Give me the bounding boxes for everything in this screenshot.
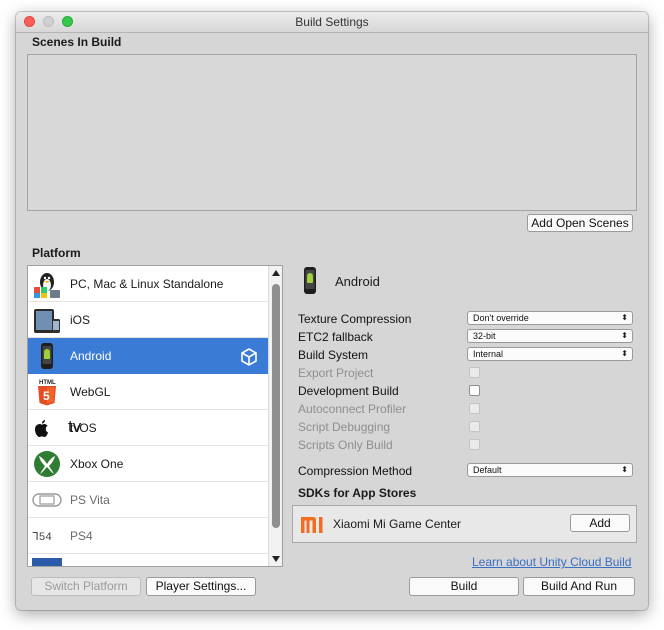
tvos-icon (32, 413, 62, 443)
platform-item-label: Android (70, 349, 112, 363)
ps4-icon: ᒣ54 (32, 521, 62, 551)
dropdown-caret-icon: ⬍ (621, 349, 628, 358)
platform-item-webgl[interactable]: HTML 5 WebGL (28, 374, 268, 410)
ios-icon (32, 305, 62, 335)
platform-item-label: tvOS (70, 421, 97, 435)
platform-item-label: iOS (70, 313, 91, 327)
pc-mac-linux-icon (32, 269, 62, 299)
platform-list[interactable]: PC, Mac & Linux Standalone iOS Android H… (27, 265, 283, 567)
scenes-in-build-header: Scenes In Build (32, 35, 122, 49)
add-open-scenes-button[interactable]: Add Open Scenes (527, 214, 633, 232)
add-sdk-button[interactable]: Add (570, 514, 630, 532)
dropdown-value: Internal (473, 349, 504, 359)
dropdown-caret-icon: ⬍ (621, 331, 628, 340)
svg-text:ᒣ54: ᒣ54 (32, 532, 52, 544)
webgl-html5-icon: HTML 5 (32, 377, 62, 407)
ps-vita-icon (32, 485, 62, 515)
sdk-row-xiaomi: Xiaomi Mi Game Center Add (292, 505, 637, 543)
dropdown-value: Default (473, 465, 502, 475)
script-debugging-label: Script Debugging (298, 420, 391, 434)
selected-platform-title: Android (335, 274, 380, 289)
build-system-label: Build System (298, 348, 369, 362)
dropdown-value: 32-bit (473, 331, 496, 341)
development-build-label: Development Build (298, 384, 399, 398)
platform-item-label: Xbox One (70, 457, 124, 471)
autoconnect-profiler-label: Autoconnect Profiler (298, 402, 407, 416)
platform-item-label: PS Vita (70, 493, 110, 507)
platform-item-ps4[interactable]: ᒣ54 PS4 (28, 518, 268, 554)
android-icon (32, 341, 62, 371)
dropdown-caret-icon: ⬍ (621, 465, 628, 474)
title-bar: Build Settings (16, 12, 648, 33)
platform-item-android[interactable]: Android (28, 338, 268, 374)
xiaomi-mi-icon (300, 515, 326, 538)
android-icon (300, 266, 320, 299)
build-settings-window: Build Settings Scenes In Build Add Open … (16, 12, 648, 610)
platform-item-ios[interactable]: iOS (28, 302, 268, 338)
svg-text:5: 5 (43, 389, 50, 403)
texture-compression-dropdown[interactable]: Don't override ⬍ (467, 311, 633, 325)
dropdown-value: Don't override (473, 313, 529, 323)
player-settings-button[interactable]: Player Settings... (146, 577, 256, 596)
sdk-name: Xiaomi Mi Game Center (333, 517, 462, 531)
platform-item-ps-vita[interactable]: PS Vita (28, 482, 268, 518)
scenes-in-build-list[interactable] (27, 54, 637, 211)
platform-item-tvos[interactable]: tv tvOS (28, 410, 268, 446)
compression-method-dropdown[interactable]: Default ⬍ (467, 463, 633, 477)
dropdown-caret-icon: ⬍ (621, 313, 628, 322)
svg-text:HTML: HTML (39, 380, 56, 386)
platform-item-partial[interactable] (28, 554, 268, 566)
scripts-only-build-checkbox[interactable] (469, 439, 480, 450)
etc2-fallback-dropdown[interactable]: 32-bit ⬍ (467, 329, 633, 343)
sdks-header: SDKs for App Stores (298, 486, 417, 500)
unity-active-platform-icon (240, 348, 258, 369)
scripts-only-build-label: Scripts Only Build (298, 438, 393, 452)
learn-cloud-build-link[interactable]: Learn about Unity Cloud Build (472, 555, 631, 569)
platform-list-scrollbar[interactable] (268, 266, 282, 566)
build-and-run-button[interactable]: Build And Run (523, 577, 635, 596)
development-build-checkbox[interactable] (469, 385, 480, 396)
export-project-label: Export Project (298, 366, 374, 380)
compression-method-label: Compression Method (298, 464, 413, 478)
platform-header: Platform (32, 246, 81, 260)
texture-compression-label: Texture Compression (298, 312, 412, 326)
platform-item-pc-mac-linux[interactable]: PC, Mac & Linux Standalone (28, 266, 268, 302)
platform-item-label: PC, Mac & Linux Standalone (70, 277, 224, 291)
etc2-fallback-label: ETC2 fallback (298, 330, 373, 344)
script-debugging-checkbox[interactable] (469, 421, 480, 432)
build-system-dropdown[interactable]: Internal ⬍ (467, 347, 633, 361)
window-title: Build Settings (295, 15, 369, 29)
xbox-icon (32, 449, 62, 479)
export-project-checkbox[interactable] (469, 367, 480, 378)
scroll-up-arrow-icon[interactable] (272, 270, 280, 276)
platform-item-label: PS4 (70, 529, 93, 543)
switch-platform-button[interactable]: Switch Platform (31, 577, 141, 596)
platform-item-label: WebGL (70, 385, 111, 399)
scrollbar-thumb[interactable] (272, 284, 280, 528)
facebook-icon (32, 558, 62, 566)
scroll-down-arrow-icon[interactable] (272, 556, 280, 562)
platform-item-xbox-one[interactable]: Xbox One (28, 446, 268, 482)
build-button[interactable]: Build (409, 577, 519, 596)
autoconnect-profiler-checkbox[interactable] (469, 403, 480, 414)
